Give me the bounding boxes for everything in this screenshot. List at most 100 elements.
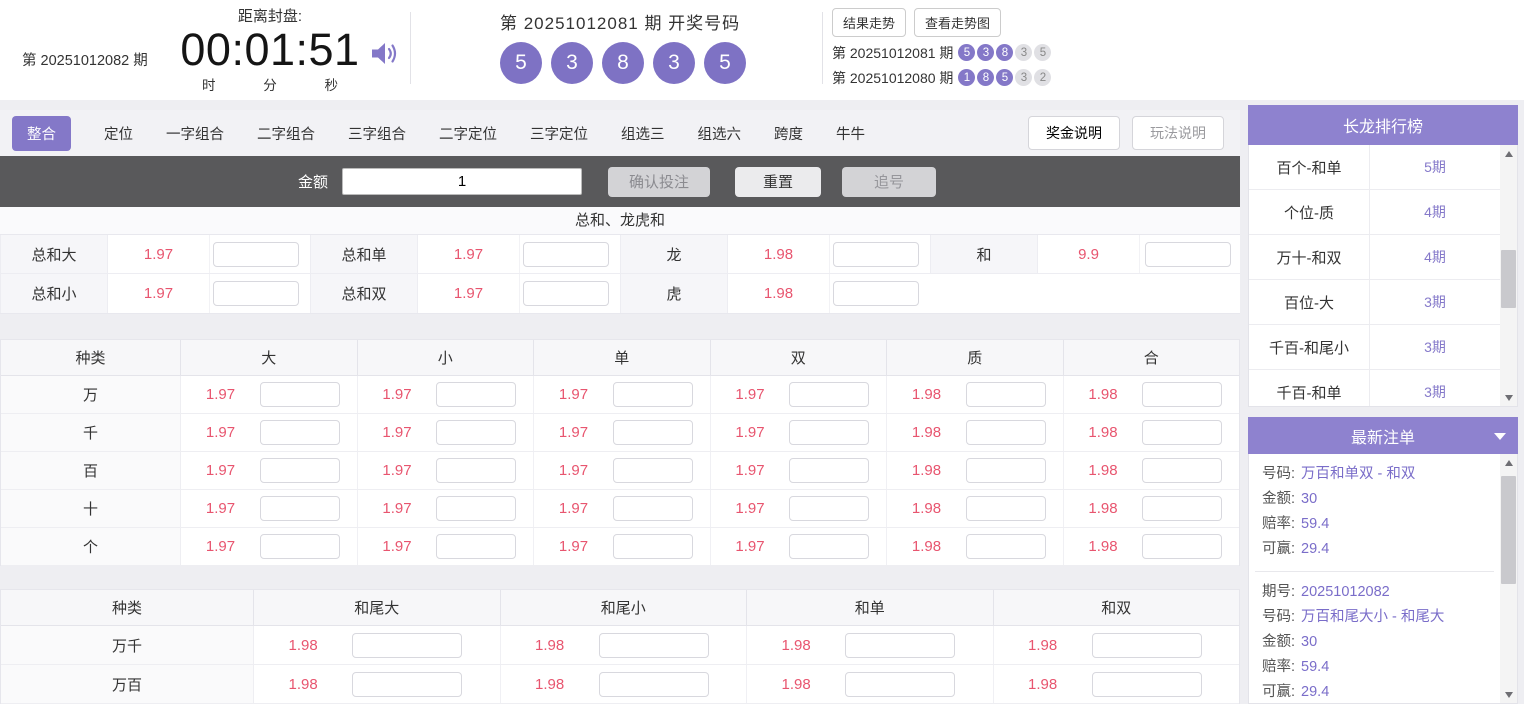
bet-input[interactable] xyxy=(789,382,870,407)
bet-input[interactable] xyxy=(789,534,870,559)
order-field-label: 金额: xyxy=(1262,491,1296,507)
bet-input[interactable] xyxy=(612,382,693,407)
odds-value: 1.97 xyxy=(205,538,236,555)
scroll-thumb[interactable] xyxy=(1501,476,1516,584)
bet-input[interactable] xyxy=(259,382,340,407)
bet-input[interactable] xyxy=(965,534,1046,559)
bet-input[interactable] xyxy=(1142,496,1223,521)
bet-input[interactable] xyxy=(965,496,1046,521)
bet-input[interactable] xyxy=(352,632,463,658)
bet-input[interactable] xyxy=(612,458,693,483)
tab-item[interactable]: 定位 xyxy=(104,123,133,144)
bet-input[interactable] xyxy=(789,420,870,445)
sum-row: 总和大 1.97 总和单 1.97 龙 1.98 和 9.9 xyxy=(0,235,1240,274)
bet-input[interactable] xyxy=(789,496,870,521)
view-trend-chart-button[interactable]: 查看走势图 xyxy=(914,8,1002,37)
bet-cell: 1.97 xyxy=(711,490,887,527)
ranking-row[interactable]: 百个-和单 5期 xyxy=(1249,145,1500,190)
countdown-units: 时 分 秒 xyxy=(172,74,368,94)
chase-number-button[interactable]: 追号 xyxy=(842,166,937,197)
bet-cell: 1.98 xyxy=(994,665,1240,703)
bet-input[interactable] xyxy=(436,420,517,445)
bet-input[interactable] xyxy=(598,671,709,697)
rules-info-button[interactable]: 玩法说明 xyxy=(1132,116,1224,150)
ranking-row[interactable]: 百位-大 3期 xyxy=(1249,280,1500,325)
amount-input[interactable] xyxy=(342,168,583,195)
tab-item[interactable]: 二字定位 xyxy=(439,123,497,144)
bet-input[interactable] xyxy=(789,458,870,483)
ranking-row[interactable]: 个位-质 4期 xyxy=(1249,190,1500,235)
bet-input[interactable] xyxy=(612,496,693,521)
bet-input[interactable] xyxy=(833,281,919,306)
ranking-row[interactable]: 千百-和尾小 3期 xyxy=(1249,325,1500,370)
bet-input[interactable] xyxy=(436,382,517,407)
order-field-label: 号码: xyxy=(1262,609,1296,625)
chevron-down-icon[interactable] xyxy=(1494,433,1506,440)
tab-item[interactable]: 组选三 xyxy=(621,123,665,144)
row-label: 万 xyxy=(1,376,181,413)
tab-item[interactable]: 组选六 xyxy=(698,123,742,144)
ranking-row[interactable]: 万十-和双 4期 xyxy=(1249,235,1500,280)
scroll-down-arrow[interactable] xyxy=(1500,686,1517,703)
bet-input[interactable] xyxy=(523,281,609,306)
bet-input[interactable] xyxy=(259,496,340,521)
bet-input-cell xyxy=(830,235,922,273)
tab-item[interactable]: 整合 xyxy=(12,115,71,151)
result-trend-button[interactable]: 结果走势 xyxy=(832,8,907,37)
tab-item[interactable]: 二字组合 xyxy=(257,123,315,144)
bet-cell: 1.98 xyxy=(887,490,1064,527)
odds-value: 1.98 xyxy=(911,424,942,441)
bet-input[interactable] xyxy=(213,281,299,306)
bet-input[interactable] xyxy=(965,420,1046,445)
tab-item[interactable]: 一字组合 xyxy=(166,123,224,144)
bet-input[interactable] xyxy=(1142,420,1223,445)
history-ball: 1 xyxy=(958,69,976,86)
bet-input[interactable] xyxy=(845,671,956,697)
bet-input[interactable] xyxy=(523,241,609,267)
table-row: 万千 1.98 1.98 1.98 1.98 xyxy=(1,626,1239,665)
odds-value: 1.98 xyxy=(1027,636,1058,654)
bet-input[interactable] xyxy=(1142,534,1223,559)
bet-input[interactable] xyxy=(1142,382,1223,407)
reset-button[interactable]: 重置 xyxy=(735,166,822,197)
scrollbar[interactable] xyxy=(1500,145,1517,406)
bet-input[interactable] xyxy=(845,632,956,658)
bet-input[interactable] xyxy=(259,420,340,445)
bet-input[interactable] xyxy=(259,458,340,483)
bet-input[interactable] xyxy=(1091,632,1202,658)
bet-input[interactable] xyxy=(436,458,517,483)
scroll-thumb[interactable] xyxy=(1501,250,1516,308)
bet-input[interactable] xyxy=(1142,458,1223,483)
bet-input[interactable] xyxy=(612,534,693,559)
bet-input[interactable] xyxy=(436,534,517,559)
tab-item[interactable]: 三字组合 xyxy=(348,123,406,144)
bet-input[interactable] xyxy=(259,534,340,559)
bet-input[interactable] xyxy=(352,671,463,697)
scroll-up-arrow[interactable] xyxy=(1500,145,1517,162)
bet-group: 虎 1.98 xyxy=(620,274,922,313)
speaker-icon[interactable] xyxy=(370,40,400,72)
tab-item[interactable]: 牛牛 xyxy=(836,123,865,144)
scroll-up-arrow[interactable] xyxy=(1500,454,1517,471)
odds-value: 1.98 xyxy=(534,636,565,654)
unit-hour: 时 xyxy=(202,78,216,94)
order-field: 金额: 30 xyxy=(1262,487,1480,512)
bet-input[interactable] xyxy=(436,496,517,521)
confirm-bet-button[interactable]: 确认投注 xyxy=(608,166,711,197)
bet-cell: 1.98 xyxy=(254,665,501,703)
bet-input[interactable] xyxy=(598,632,709,658)
scrollbar[interactable] xyxy=(1500,454,1517,703)
bet-input[interactable] xyxy=(833,241,919,267)
bet-input[interactable] xyxy=(1091,671,1202,697)
bet-input[interactable] xyxy=(213,241,299,267)
tab-item[interactable]: 跨度 xyxy=(774,123,803,144)
scroll-down-arrow[interactable] xyxy=(1500,389,1517,406)
tab-item[interactable]: 三字定位 xyxy=(530,123,588,144)
ranking-row[interactable]: 千百-和单 3期 xyxy=(1249,370,1500,406)
bet-input[interactable] xyxy=(612,420,693,445)
prize-info-button[interactable]: 奖金说明 xyxy=(1028,116,1120,150)
bet-input[interactable] xyxy=(1145,241,1231,267)
bet-input[interactable] xyxy=(965,382,1046,407)
bet-input[interactable] xyxy=(965,458,1046,483)
orders-list: 号码: 万百和单双 - 和双 金额: 30 赔率: 59.4 可赢: 29.4 期号: 20251… xyxy=(1248,454,1518,704)
